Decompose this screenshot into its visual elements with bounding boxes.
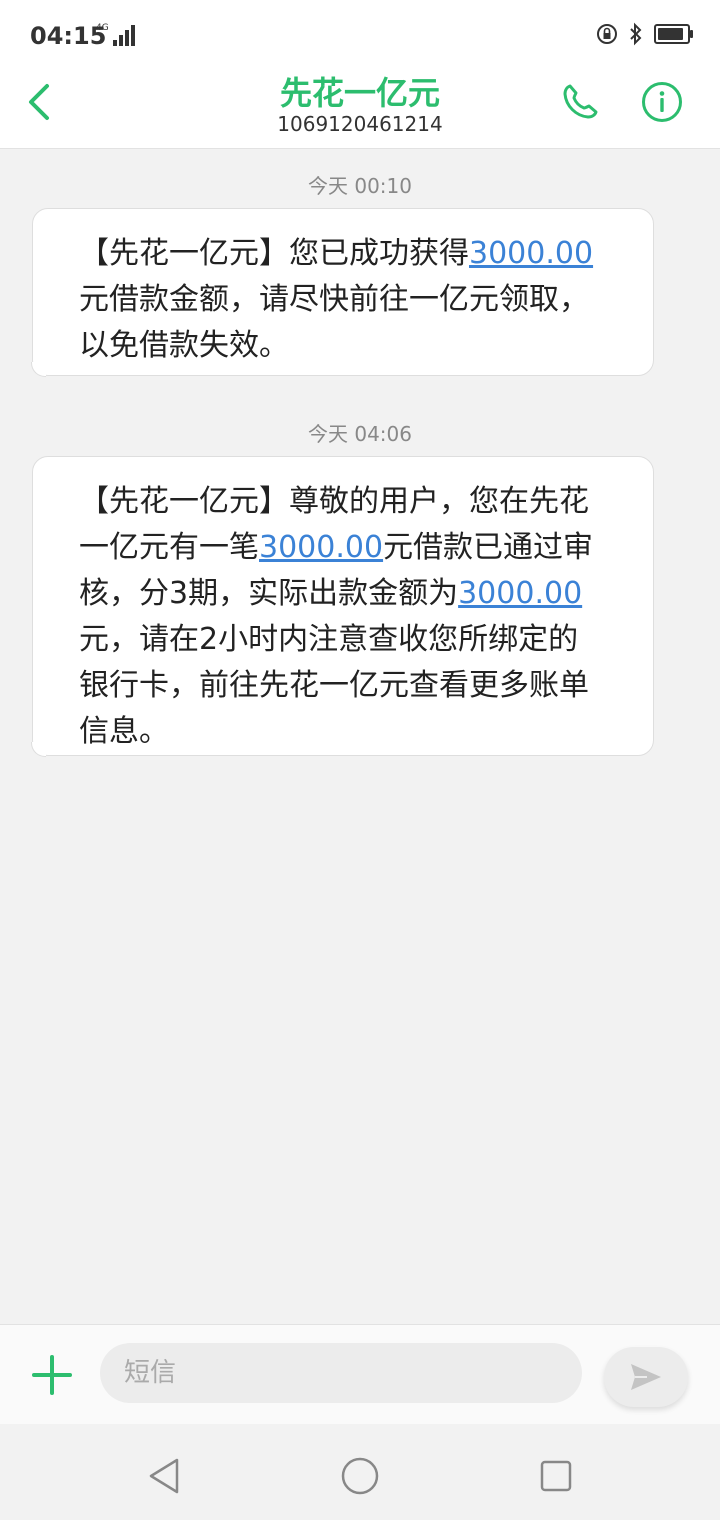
message-input[interactable] <box>100 1343 582 1403</box>
system-nav-bar <box>0 1424 720 1520</box>
status-time: 04:15 <box>30 22 107 50</box>
top-bar: 04:15 4G 先花一亿元 1069120461214 <box>0 0 720 149</box>
send-icon <box>631 1364 661 1390</box>
message-timestamp: 今天 04:06 <box>308 422 412 446</box>
nav-back-button[interactable] <box>140 1452 188 1500</box>
bluetooth-icon <box>630 22 642 46</box>
add-attachment-button[interactable] <box>30 1353 74 1397</box>
message-bubble[interactable]: 【先花一亿元】尊敬的用户，您在先花一亿元有一笔3000.00元借款已通过审核，分… <box>31 456 654 757</box>
message-timestamp: 今天 00:10 <box>308 174 412 198</box>
contact-name: 先花一亿元 <box>279 74 440 112</box>
rotation-lock-icon <box>597 24 617 44</box>
network-type: 4G <box>96 23 109 33</box>
nav-home-button[interactable] <box>336 1452 384 1500</box>
info-button[interactable] <box>640 80 684 124</box>
message-text: 元，请在2小时内注意查收您所绑定的银行卡，前往先花一亿元查看更多账单信息。 <box>79 622 589 749</box>
status-icons <box>596 22 693 46</box>
composer-bar <box>0 1324 720 1425</box>
triangle-back-icon <box>149 1458 179 1494</box>
message-text: 元借款金额，请尽快前往一亿元领取，以免借款失效。 <box>79 282 589 363</box>
amount-link[interactable]: 3000.00 <box>458 576 582 611</box>
phone-icon <box>563 84 598 119</box>
amount-link[interactable]: 3000.00 <box>259 530 383 565</box>
contact-number: 1069120461214 <box>277 112 443 136</box>
message-bubble[interactable]: 【先花一亿元】您已成功获得3000.00 元借款金额，请尽快前往一亿元领取，以免借… <box>31 208 654 377</box>
message-text: 【先花一亿元】您已成功获得 <box>79 236 469 271</box>
info-icon <box>642 82 682 122</box>
nav-recents-button[interactable] <box>532 1452 580 1500</box>
battery-level <box>658 28 684 40</box>
amount-link[interactable]: 3000.00 <box>469 236 593 271</box>
battery-icon <box>654 24 693 44</box>
circle-home-icon <box>341 1457 379 1495</box>
send-button[interactable] <box>604 1347 688 1407</box>
square-recents-icon <box>540 1460 572 1492</box>
signal-icon: 4G <box>96 24 135 46</box>
call-button[interactable] <box>558 78 602 126</box>
